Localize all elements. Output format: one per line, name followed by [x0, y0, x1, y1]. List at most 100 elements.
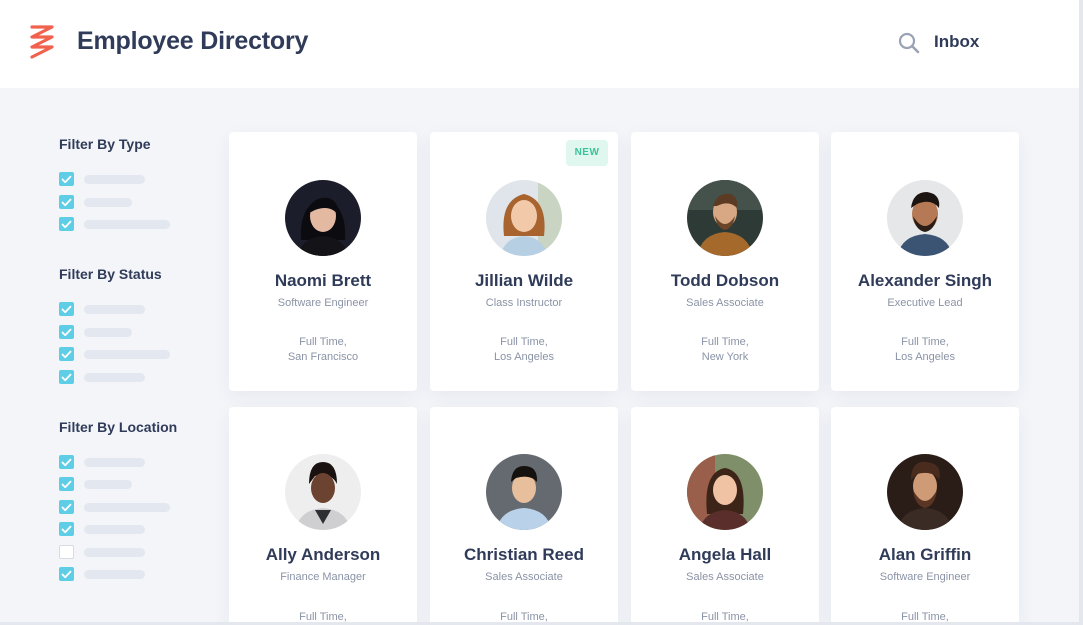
checkbox[interactable]: [59, 522, 74, 536]
filter-location-option[interactable]: [59, 477, 149, 491]
filter-status-title: Filter By Status: [59, 266, 162, 282]
checkbox[interactable]: [59, 500, 74, 514]
checkbox[interactable]: [59, 217, 74, 231]
check-icon: [61, 328, 72, 336]
avatar: [285, 454, 361, 530]
filter-status-option[interactable]: [59, 325, 149, 339]
employee-employment: Full Time,: [901, 336, 949, 348]
employee-name: Ally Anderson: [265, 545, 381, 564]
filter-location-title: Filter By Location: [59, 419, 178, 435]
employee-role: Executive Lead: [887, 297, 963, 309]
filter-status-option[interactable]: [59, 347, 174, 361]
filter-type-option[interactable]: [59, 217, 174, 231]
employee-role: Sales Associate: [485, 571, 563, 583]
filter-option-placeholder: [84, 458, 145, 467]
window-edge: [1079, 0, 1083, 625]
filter-location-option[interactable]: [59, 567, 149, 581]
filter-location-option[interactable]: [59, 455, 149, 469]
filter-type-option[interactable]: [59, 195, 149, 209]
filter-option-placeholder: [84, 480, 132, 489]
avatar: [887, 180, 963, 256]
filter-option-placeholder: [84, 198, 132, 207]
employee-card[interactable]: Todd Dobson Sales Associate Full Time, N…: [631, 132, 819, 391]
employee-role: Software Engineer: [879, 571, 971, 583]
filter-type-option[interactable]: [59, 172, 149, 186]
employee-card[interactable]: Angela Hall Sales Associate Full Time,: [631, 407, 819, 625]
employee-employment: Full Time,: [500, 336, 548, 348]
app-header: Employee Directory Inbox: [0, 0, 1083, 88]
avatar: [285, 180, 361, 256]
checkbox[interactable]: [59, 567, 74, 581]
check-icon: [61, 198, 72, 206]
avatar: [486, 180, 562, 256]
employee-name: Christian Reed: [464, 545, 584, 564]
filter-location-option[interactable]: [59, 500, 174, 514]
check-icon: [61, 175, 72, 183]
filter-option-placeholder: [84, 328, 132, 337]
check-icon: [61, 503, 72, 511]
logo-icon: [30, 25, 54, 59]
avatar: [687, 454, 763, 530]
search-icon[interactable]: [898, 32, 920, 54]
employee-card[interactable]: Alexander Singh Executive Lead Full Time…: [831, 132, 1019, 391]
employee-card[interactable]: Christian Reed Sales Associate Full Time…: [430, 407, 618, 625]
checkbox[interactable]: [59, 545, 74, 559]
employee-name: Jillian Wilde: [474, 271, 574, 290]
employee-location: New York: [701, 351, 749, 363]
checkbox[interactable]: [59, 195, 74, 209]
employee-card[interactable]: NEW Jillian Wilde Class Instructor Full …: [430, 132, 618, 391]
check-icon: [61, 350, 72, 358]
check-icon: [61, 220, 72, 228]
check-icon: [61, 480, 72, 488]
filter-option-placeholder: [84, 175, 145, 184]
filter-location-option[interactable]: [59, 522, 149, 536]
employee-location: Los Angeles: [494, 351, 554, 363]
checkbox[interactable]: [59, 302, 74, 316]
checkbox[interactable]: [59, 347, 74, 361]
app-title: Employee Directory: [77, 27, 309, 55]
employee-name: Naomi Brett: [274, 271, 372, 290]
employee-role: Class Instructor: [485, 297, 563, 309]
avatar: [687, 180, 763, 256]
checkbox[interactable]: [59, 477, 74, 491]
filter-status-option[interactable]: [59, 370, 149, 384]
check-icon: [61, 525, 72, 533]
filter-type-title: Filter By Type: [59, 136, 151, 152]
new-badge: NEW: [566, 140, 608, 166]
filter-option-placeholder: [84, 220, 170, 229]
employee-role: Sales Associate: [686, 297, 764, 309]
avatar: [887, 454, 963, 530]
filter-option-placeholder: [84, 350, 170, 359]
employee-name: Angela Hall: [678, 545, 772, 564]
filter-option-placeholder: [84, 373, 145, 382]
employee-role: Software Engineer: [277, 297, 369, 309]
employee-card[interactable]: Alan Griffin Software Engineer Full Time…: [831, 407, 1019, 625]
employee-name: Todd Dobson: [670, 271, 780, 290]
check-icon: [61, 458, 72, 466]
filter-location-option[interactable]: [59, 545, 149, 559]
employee-role: Finance Manager: [280, 571, 366, 583]
filter-option-placeholder: [84, 503, 170, 512]
filter-option-placeholder: [84, 548, 145, 557]
employee-name: Alan Griffin: [878, 545, 972, 564]
employee-name: Alexander Singh: [857, 271, 993, 290]
checkbox[interactable]: [59, 172, 74, 186]
filter-status-option[interactable]: [59, 302, 149, 316]
check-icon: [61, 305, 72, 313]
employee-card[interactable]: Ally Anderson Finance Manager Full Time,: [229, 407, 417, 625]
employee-employment: Full Time,: [299, 336, 347, 348]
employee-role: Sales Associate: [686, 571, 764, 583]
employee-location: Los Angeles: [895, 351, 955, 363]
check-icon: [61, 570, 72, 578]
employee-employment: Full Time,: [701, 336, 749, 348]
filter-option-placeholder: [84, 305, 145, 314]
avatar: [486, 454, 562, 530]
inbox-link[interactable]: Inbox: [934, 32, 979, 52]
filter-option-placeholder: [84, 570, 145, 579]
checkbox[interactable]: [59, 455, 74, 469]
checkbox[interactable]: [59, 325, 74, 339]
employee-card[interactable]: Naomi Brett Software Engineer Full Time,…: [229, 132, 417, 391]
filter-option-placeholder: [84, 525, 145, 534]
checkbox[interactable]: [59, 370, 74, 384]
check-icon: [61, 373, 72, 381]
